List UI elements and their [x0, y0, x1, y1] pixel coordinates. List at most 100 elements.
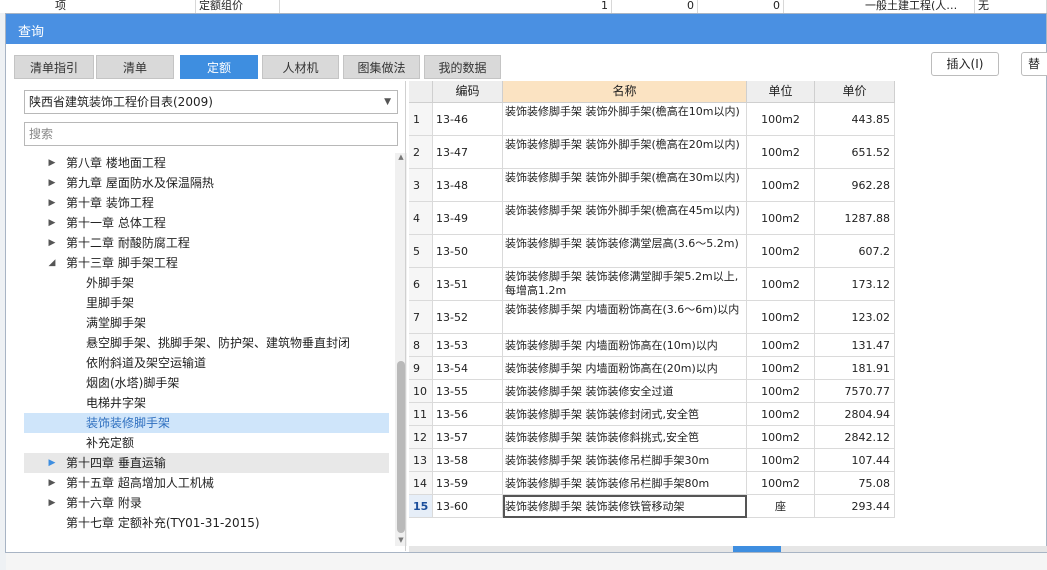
tab-list[interactable]: 清单 — [96, 55, 174, 79]
tree-section-item[interactable]: 补充定额 — [24, 433, 389, 453]
cell-price[interactable]: 107.44 — [815, 449, 895, 472]
table-row[interactable]: 7 13-52 装饰装修脚手架 内墙面粉饰高在(3.6～6m)以内 100m2 123.… — [409, 301, 895, 334]
cell-name[interactable]: 装饰装修脚手架 装饰外脚手架(檐高在45m以内) — [503, 202, 747, 235]
table-row[interactable]: 15 13-60 装饰装修脚手架 装饰装修铁管移动架座 293.44 — [409, 495, 895, 518]
cell-price[interactable]: 2804.94 — [815, 403, 895, 426]
cell-name[interactable]: 装饰装修脚手架 内墙面粉饰高在(3.6～6m)以内 — [503, 301, 747, 334]
cell-unit[interactable]: 100m2 — [747, 403, 815, 426]
scrollbar-thumb[interactable] — [397, 361, 405, 533]
cell-unit[interactable]: 100m2 — [747, 426, 815, 449]
cell-code[interactable]: 13-59 — [433, 472, 503, 495]
tab-quota[interactable]: 定额 — [180, 55, 258, 79]
table-row[interactable]: 11 13-56 装饰装修脚手架 装饰装修封闭式,安全笆 100m2 2804.94 — [409, 403, 895, 426]
cell-code[interactable]: 13-56 — [433, 403, 503, 426]
cell-unit[interactable]: 100m2 — [747, 334, 815, 357]
cell-code[interactable]: 13-58 — [433, 449, 503, 472]
cell-name[interactable]: 装饰装修脚手架 装饰装修安全过道 — [503, 380, 747, 403]
caret-right-icon[interactable]: ▶ — [47, 233, 57, 253]
cell-price[interactable]: 651.52 — [815, 136, 895, 169]
catalog-select[interactable]: 陕西省建筑装饰工程价目表(2009) ▼ — [24, 90, 398, 114]
cell-unit[interactable]: 100m2 — [747, 169, 815, 202]
row-number[interactable]: 6 — [409, 268, 433, 301]
caret-right-icon[interactable]: ▶ — [47, 493, 57, 513]
cell-name[interactable]: 装饰装修脚手架 内墙面粉饰高在(10m)以内 — [503, 334, 747, 357]
caret-right-icon[interactable]: ▶ — [47, 173, 57, 193]
cell-name[interactable]: 装饰装修脚手架 装饰装修斜挑式,安全笆 — [503, 426, 747, 449]
tab-list-guide[interactable]: 清单指引 — [14, 55, 94, 79]
header-rownum[interactable] — [409, 81, 433, 103]
table-row[interactable]: 5 13-50 装饰装修脚手架 装饰装修满堂层高(3.6～5.2m) 100m2 607… — [409, 235, 895, 268]
tree-chapter-item[interactable]: ◢ 第十三章 脚手架工程 — [24, 253, 389, 273]
cell-code[interactable]: 13-48 — [433, 169, 503, 202]
cell-code[interactable]: 13-47 — [433, 136, 503, 169]
cell-code[interactable]: 13-52 — [433, 301, 503, 334]
tree-section-item[interactable]: 烟囱(水塔)脚手架 — [24, 373, 389, 393]
table-row[interactable]: 6 13-51 装饰装修脚手架 装饰装修满堂脚手架5.2m以上,每增高1.2m 100… — [409, 268, 895, 301]
cell-code[interactable]: 13-60 — [433, 495, 503, 518]
cell-unit[interactable]: 100m2 — [747, 202, 815, 235]
row-number[interactable]: 12 — [409, 426, 433, 449]
tree-chapter-item[interactable]: ▶ 第十章 装饰工程 — [24, 193, 389, 213]
row-number[interactable]: 13 — [409, 449, 433, 472]
cell-code[interactable]: 13-57 — [433, 426, 503, 449]
tab-atlas-method[interactable]: 图集做法 — [343, 55, 420, 79]
dialog-titlebar[interactable]: 查询 — [6, 14, 1046, 44]
table-row[interactable]: 2 13-47 装饰装修脚手架 装饰外脚手架(檐高在20m以内) 100m2 651.5… — [409, 136, 895, 169]
caret-right-icon[interactable]: ▶ — [47, 473, 57, 493]
tree-chapter-item[interactable]: ▶ 第十四章 垂直运输 — [24, 453, 389, 473]
header-price[interactable]: 单价 — [815, 81, 895, 103]
tree-chapter-item[interactable]: ▶ 第八章 楼地面工程 — [24, 153, 389, 173]
cell-name[interactable]: 装饰装修脚手架 装饰外脚手架(檐高在20m以内) — [503, 136, 747, 169]
row-number[interactable]: 8 — [409, 334, 433, 357]
cell-code[interactable]: 13-50 — [433, 235, 503, 268]
table-row[interactable]: 14 13-59 装饰装修脚手架 装饰装修吊栏脚手架80m 100m2 75.08 — [409, 472, 895, 495]
row-number[interactable]: 10 — [409, 380, 433, 403]
cell-unit[interactable]: 100m2 — [747, 380, 815, 403]
replace-button[interactable]: 替 — [1021, 52, 1047, 76]
cell-unit[interactable]: 100m2 — [747, 301, 815, 334]
tab-labor-material[interactable]: 人材机 — [262, 55, 339, 79]
cell-unit[interactable]: 100m2 — [747, 136, 815, 169]
cell-name[interactable]: 装饰装修脚手架 内墙面粉饰高在(20m)以内 — [503, 357, 747, 380]
cell-unit[interactable]: 100m2 — [747, 472, 815, 495]
tree-chapter-item[interactable]: 第十七章 定额补充(TY01-31-2015) — [24, 513, 389, 533]
cell-name[interactable]: 装饰装修脚手架 装饰装修封闭式,安全笆 — [503, 403, 747, 426]
cell-unit[interactable]: 100m2 — [747, 235, 815, 268]
cell-code[interactable]: 13-53 — [433, 334, 503, 357]
tab-my-data[interactable]: 我的数据 — [424, 55, 501, 79]
cell-price[interactable]: 123.02 — [815, 301, 895, 334]
cell-price[interactable]: 607.2 — [815, 235, 895, 268]
cell-unit[interactable]: 100m2 — [747, 103, 815, 136]
tree-section-item[interactable]: 悬空脚手架、挑脚手架、防护架、建筑物垂直封闭 — [24, 333, 389, 353]
cell-code[interactable]: 13-51 — [433, 268, 503, 301]
caret-right-icon[interactable]: ▶ — [47, 213, 57, 233]
header-name[interactable]: 名称 — [503, 81, 747, 103]
table-row[interactable]: 1 13-46 装饰装修脚手架 装饰外脚手架(檐高在10m以内) 100m2 443.8… — [409, 103, 895, 136]
row-number[interactable]: 15 — [409, 495, 433, 518]
tree-chapter-item[interactable]: ▶ 第十六章 附录 — [24, 493, 389, 513]
table-row[interactable]: 12 13-57 装饰装修脚手架 装饰装修斜挑式,安全笆 100m2 2842.12 — [409, 426, 895, 449]
table-row[interactable]: 13 13-58 装饰装修脚手架 装饰装修吊栏脚手架30m 100m2 107.44 — [409, 449, 895, 472]
tree-section-item[interactable]: 外脚手架 — [24, 273, 389, 293]
grid-scroll-handle[interactable] — [733, 546, 781, 552]
cell-code[interactable]: 13-46 — [433, 103, 503, 136]
tree-chapter-item[interactable]: ▶ 第九章 屋面防水及保温隔热 — [24, 173, 389, 193]
tree-section-item[interactable]: 依附斜道及架空运输道 — [24, 353, 389, 373]
cell-price[interactable]: 2842.12 — [815, 426, 895, 449]
cell-price[interactable]: 75.08 — [815, 472, 895, 495]
header-code[interactable]: 编码 — [433, 81, 503, 103]
tree-section-item[interactable]: 装饰装修脚手架 — [24, 413, 389, 433]
cell-name[interactable]: 装饰装修脚手架 装饰装修铁管移动架 — [503, 495, 747, 518]
cell-name[interactable]: 装饰装修脚手架 装饰外脚手架(檐高在10m以内) — [503, 103, 747, 136]
tree-section-item[interactable]: 里脚手架 — [24, 293, 389, 313]
cell-name[interactable]: 装饰装修脚手架 装饰装修吊栏脚手架80m — [503, 472, 747, 495]
row-number[interactable]: 9 — [409, 357, 433, 380]
cell-price[interactable]: 131.47 — [815, 334, 895, 357]
caret-right-icon[interactable]: ▶ — [47, 153, 57, 173]
cell-code[interactable]: 13-49 — [433, 202, 503, 235]
cell-price[interactable]: 293.44 — [815, 495, 895, 518]
cell-unit[interactable]: 座 — [747, 495, 815, 518]
tree-chapter-item[interactable]: ▶ 第十五章 超高增加人工机械 — [24, 473, 389, 493]
table-row[interactable]: 3 13-48 装饰装修脚手架 装饰外脚手架(檐高在30m以内) 100m2 962.2… — [409, 169, 895, 202]
cell-unit[interactable]: 100m2 — [747, 449, 815, 472]
